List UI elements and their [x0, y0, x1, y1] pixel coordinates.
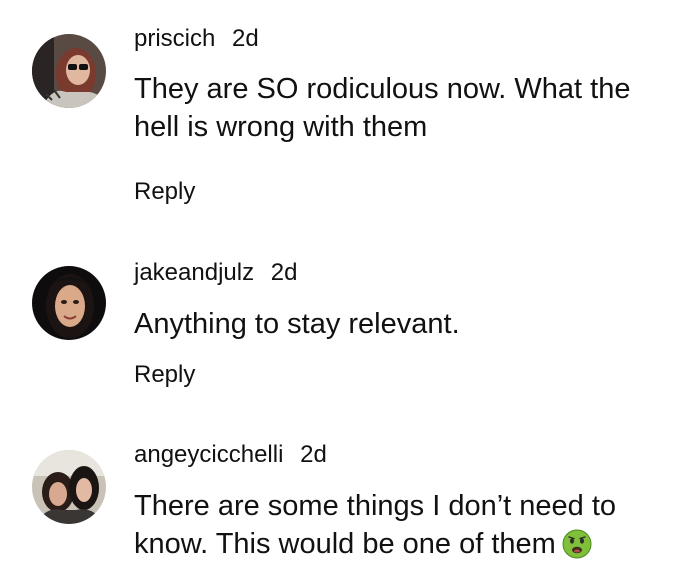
comment-text: They are SO rodiculous now. What the hel… [134, 73, 631, 143]
username[interactable]: angeycicchelli [134, 441, 283, 468]
comment-text: Anything to stay relevant. [134, 308, 460, 340]
avatar[interactable] [32, 450, 106, 524]
avatar[interactable] [32, 266, 106, 340]
comment-text-content: There are some things I don’t need to kn… [134, 490, 617, 560]
avatar[interactable] [32, 34, 106, 108]
nauseated-face-icon [562, 529, 592, 569]
username[interactable]: jakeandjulz [134, 259, 254, 286]
username[interactable]: priscich [134, 25, 215, 52]
comment-header: priscich 2d [134, 24, 259, 54]
comment-age: 2d [232, 25, 259, 52]
comment-text: There are some things I don’t need to kn… [134, 487, 674, 569]
comment-header: angeycicchelli 2d [134, 440, 327, 470]
comment-age: 2d [270, 259, 298, 286]
reply-button[interactable]: Reply [134, 177, 195, 207]
reply-button[interactable]: Reply [134, 360, 195, 390]
comment-age: 2d [300, 441, 327, 468]
comment-header: jakeandjulz 2d [134, 258, 297, 288]
